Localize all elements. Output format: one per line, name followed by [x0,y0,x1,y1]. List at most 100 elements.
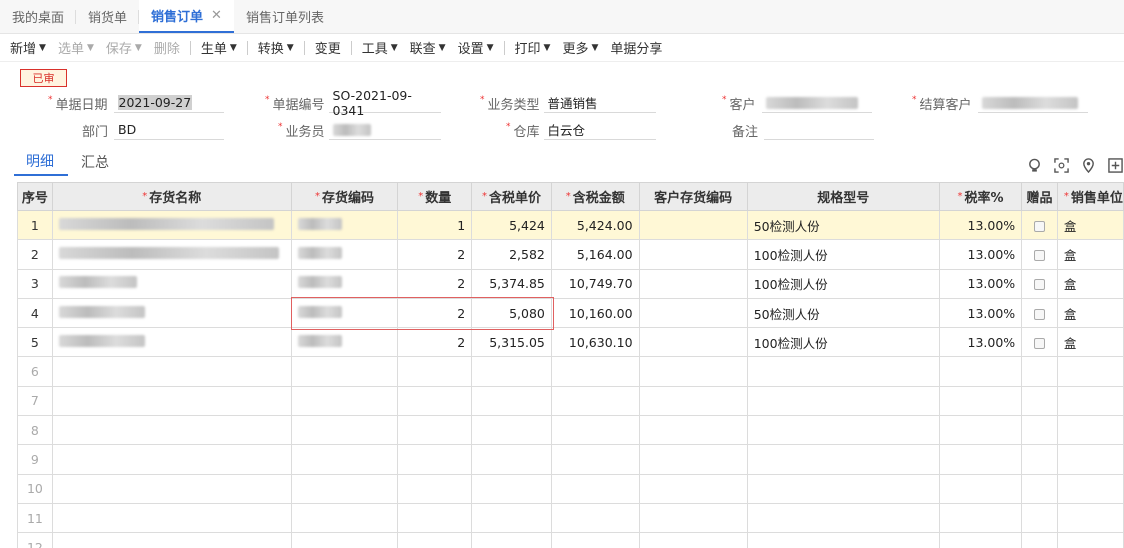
col-header-unit-price[interactable]: * 含税单价 [471,182,552,211]
item-code-cell[interactable] [290,327,399,358]
customer-item-code-cell[interactable] [638,209,748,241]
table-row[interactable]: 5 2 5,315.05 10,630.10 100检测人份 13.00% 盒 [17,327,1124,358]
spec-cell[interactable]: 100检测人份 [746,268,940,299]
empty-cell[interactable] [471,444,552,475]
gift-checkbox[interactable] [1034,220,1046,232]
select-doc-button[interactable]: 选单 ▼ [52,38,100,58]
doc-date-input[interactable]: 2021-09-27 [113,93,224,113]
empty-cell[interactable] [938,473,1023,504]
empty-cell[interactable] [51,444,292,475]
spec-cell[interactable]: 100检测人份 [746,327,940,358]
empty-cell[interactable] [471,356,552,387]
tools-button[interactable]: 工具 ▼ [356,38,404,58]
tax-rate-cell[interactable]: 13.00% [938,239,1023,270]
settle-customer-input[interactable] [977,93,1088,113]
spec-cell[interactable]: 50检测人份 [746,297,940,329]
sales-unit-cell[interactable]: 盒 [1056,209,1124,241]
empty-cell[interactable] [290,415,399,446]
empty-cell[interactable] [550,473,640,504]
table-row-empty[interactable]: 9 [17,444,1124,475]
more-button[interactable]: 更多 ▼ [556,38,604,58]
empty-cell[interactable] [471,502,552,534]
share-doc-button[interactable]: 单据分享 [604,38,668,58]
empty-cell[interactable] [51,473,292,504]
empty-cell[interactable] [397,502,473,534]
empty-cell[interactable] [550,356,640,387]
empty-cell[interactable] [746,444,940,475]
empty-cell[interactable] [638,385,748,417]
col-header-amount[interactable]: * 含税金额 [550,182,640,211]
empty-cell[interactable] [397,385,473,417]
empty-cell[interactable] [290,356,399,387]
tax-rate-cell[interactable]: 13.00% [938,268,1023,299]
table-row-empty[interactable]: 12 [17,532,1124,548]
gift-checkbox[interactable] [1034,337,1046,349]
new-button[interactable]: 新增 ▼ [4,38,52,58]
empty-cell[interactable] [938,415,1023,446]
table-row-empty[interactable]: 7 [17,385,1124,417]
customer-input[interactable] [761,93,872,113]
empty-cell[interactable] [638,356,748,387]
amount-cell[interactable]: 5,164.00 [550,239,640,270]
tab-summary[interactable]: 汇总 [68,148,122,176]
empty-cell[interactable] [746,356,940,387]
table-row[interactable]: 4 2 5,080 10,160.00 50检测人份 13.00% 盒 [17,297,1124,329]
empty-cell[interactable] [397,532,473,548]
delete-button[interactable]: 删除 [148,38,186,58]
qty-cell[interactable]: 2 [397,327,473,358]
empty-cell[interactable] [1021,502,1058,534]
tab-sales-order-list[interactable]: 销售订单列表 [234,0,336,33]
empty-cell[interactable] [638,532,748,548]
empty-cell[interactable] [397,415,473,446]
table-row-empty[interactable]: 10 [17,473,1124,504]
empty-cell[interactable] [550,532,640,548]
generate-doc-button[interactable]: 生单 ▼ [195,38,243,58]
empty-cell[interactable] [1021,415,1058,446]
qty-cell[interactable]: 2 [397,239,473,270]
location-icon[interactable] [1080,157,1097,174]
amount-cell[interactable]: 10,160.00 [550,297,640,329]
gift-checkbox[interactable] [1034,279,1046,291]
empty-cell[interactable] [1056,356,1124,387]
customer-item-code-cell[interactable] [638,297,748,329]
customer-item-code-cell[interactable] [638,268,748,299]
empty-cell[interactable] [290,473,399,504]
tax-rate-cell[interactable]: 13.00% [938,297,1023,329]
col-header-customer-item-code[interactable]: 客户存货编码 [638,182,748,211]
empty-cell[interactable] [1056,473,1124,504]
customer-item-code-cell[interactable] [638,239,748,270]
empty-cell[interactable] [938,444,1023,475]
table-row-empty[interactable]: 6 [17,356,1124,387]
empty-cell[interactable] [1021,532,1058,548]
item-name-cell[interactable] [51,327,292,358]
amount-cell[interactable]: 5,424.00 [550,209,640,241]
item-code-cell[interactable] [290,297,399,329]
unit-price-cell[interactable]: 5,080 [471,297,552,329]
spec-cell[interactable]: 100检测人份 [746,239,940,270]
tax-rate-cell[interactable]: 13.00% [938,209,1023,241]
col-header-spec[interactable]: 规格型号 [746,182,940,211]
empty-cell[interactable] [938,532,1023,548]
empty-cell[interactable] [1021,385,1058,417]
empty-cell[interactable] [938,502,1023,534]
bulb-icon[interactable] [1026,157,1043,174]
spec-cell[interactable]: 50检测人份 [746,209,940,241]
col-header-tax-rate[interactable]: * 税率% [938,182,1023,211]
empty-cell[interactable] [1056,532,1124,548]
empty-cell[interactable] [638,415,748,446]
col-header-qty[interactable]: * 数量 [397,182,473,211]
empty-cell[interactable] [1056,502,1124,534]
qty-cell[interactable]: 2 [397,268,473,299]
empty-cell[interactable] [397,444,473,475]
item-name-cell[interactable] [51,297,292,329]
save-button[interactable]: 保存 ▼ [100,38,148,58]
empty-cell[interactable] [397,356,473,387]
empty-cell[interactable] [290,502,399,534]
empty-cell[interactable] [471,385,552,417]
tab-sales-delivery[interactable]: 销货单 [76,0,140,33]
tab-detail[interactable]: 明细 [14,148,68,176]
add-column-icon[interactable] [1107,157,1124,174]
empty-cell[interactable] [550,415,640,446]
sales-unit-cell[interactable]: 盒 [1056,239,1124,270]
tab-sales-order[interactable]: 销售订单 ✕ [139,0,234,33]
